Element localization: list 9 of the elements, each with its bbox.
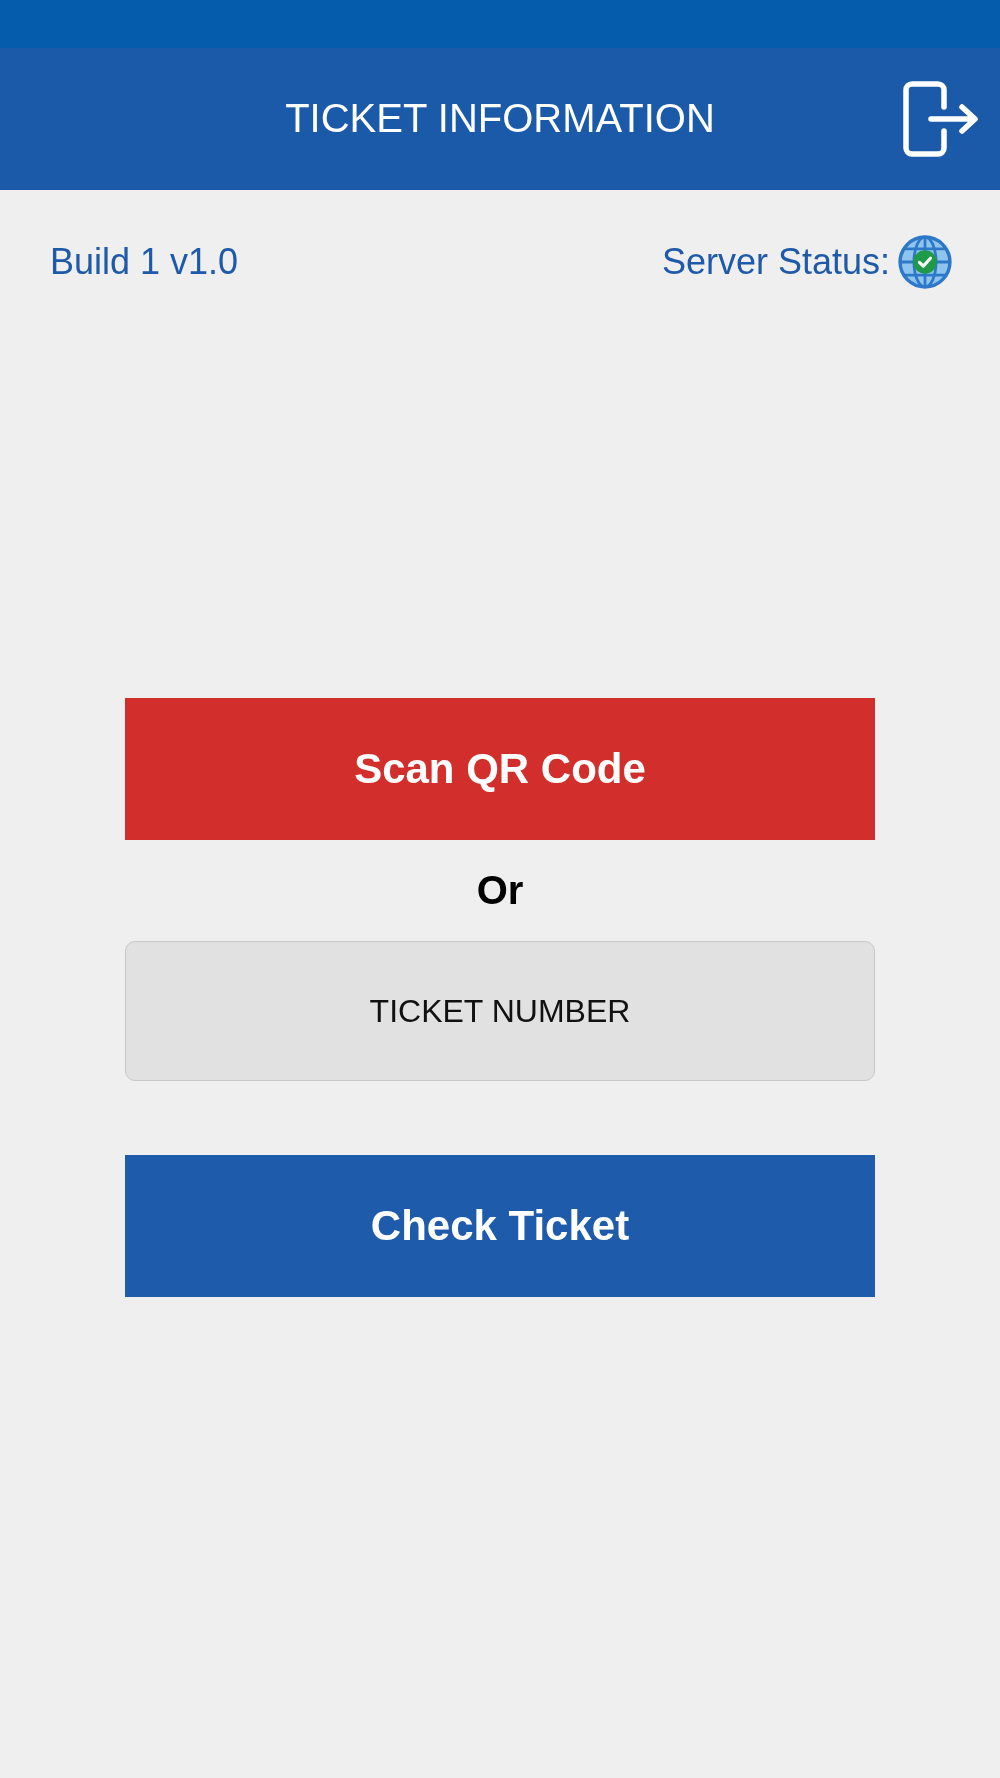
or-label: Or	[476, 867, 524, 914]
scan-qr-button[interactable]: Scan QR Code	[125, 698, 875, 840]
screen-title: TICKET INFORMATION	[285, 95, 715, 141]
check-ticket-button[interactable]: Check Ticket	[125, 1155, 875, 1297]
logout-icon	[900, 79, 980, 159]
ticket-number-field[interactable]: TICKET NUMBER	[125, 941, 875, 1081]
build-version: Build 1 v1.0	[50, 241, 239, 283]
server-status-label: Server Status:	[661, 241, 890, 283]
logout-button[interactable]	[900, 79, 980, 159]
